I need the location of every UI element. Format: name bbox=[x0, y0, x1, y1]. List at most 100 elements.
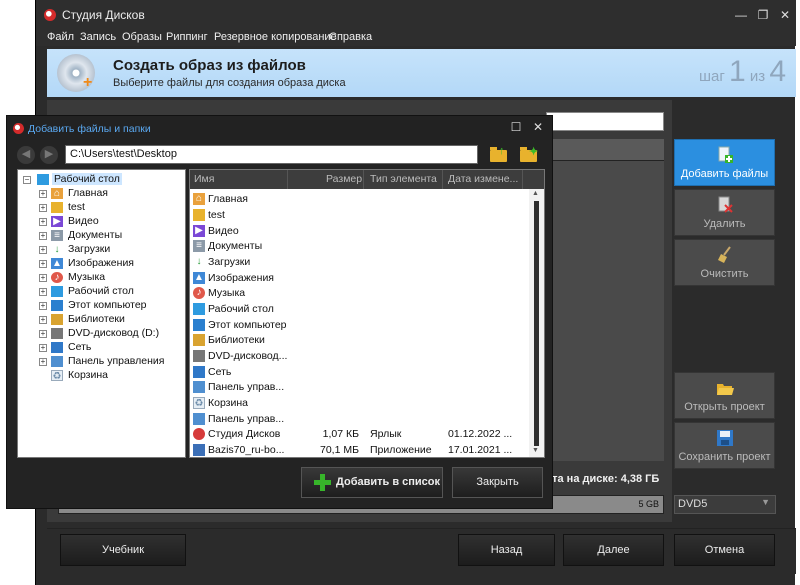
expand-icon[interactable]: + bbox=[39, 246, 47, 254]
file-row[interactable]: ♻ Корзина bbox=[192, 396, 522, 411]
expand-icon[interactable]: + bbox=[39, 288, 47, 296]
file-row[interactable]: ♪ Музыка bbox=[192, 286, 522, 301]
forward-arrow-icon[interactable]: ▶ bbox=[40, 146, 58, 164]
file-row[interactable]: ≡ Документы bbox=[192, 239, 522, 254]
menu-ripping[interactable]: Риппинг bbox=[166, 31, 208, 43]
expand-icon[interactable]: + bbox=[39, 260, 47, 268]
folder-up-icon[interactable]: ↑ bbox=[488, 145, 510, 164]
floppy-disk-icon bbox=[716, 430, 733, 446]
column-size[interactable]: Размер bbox=[326, 173, 362, 185]
file-size: 1,07 КБ bbox=[322, 428, 359, 440]
tutorial-button[interactable]: Учебник bbox=[60, 534, 186, 566]
dialog-close-button[interactable]: ✕ bbox=[528, 118, 548, 136]
path-input[interactable]: C:\Users\test\Desktop bbox=[65, 145, 478, 164]
tree-item[interactable]: + ⌂ Главная bbox=[21, 187, 181, 201]
clear-button[interactable]: Очистить bbox=[674, 239, 775, 286]
add-to-list-button[interactable]: Добавить в список bbox=[301, 467, 443, 498]
expand-icon[interactable]: + bbox=[39, 358, 47, 366]
folder-tree[interactable]: − Рабочий стол + ⌂ Главная + test + ▶ Ви… bbox=[17, 169, 186, 458]
tree-item-desktop-root[interactable]: − Рабочий стол bbox=[21, 173, 181, 187]
column-type[interactable]: Тип элемента bbox=[370, 173, 437, 185]
step-header: + Создать образ из файлов Выберите файлы… bbox=[47, 49, 796, 97]
file-row[interactable]: DVD-дисковод... bbox=[192, 349, 522, 364]
column-date[interactable]: Дата измене... bbox=[448, 173, 518, 185]
tree-item[interactable]: + ▶ Видео bbox=[21, 215, 181, 229]
file-date: 01.12.2022 ... bbox=[448, 428, 513, 440]
file-row[interactable]: Рабочий стол bbox=[192, 302, 522, 317]
add-files-button[interactable]: Добавить файлы bbox=[674, 139, 775, 186]
menu-images[interactable]: Образы bbox=[122, 31, 162, 43]
back-button[interactable]: Назад bbox=[458, 534, 555, 566]
file-row[interactable]: Библиотеки bbox=[192, 333, 522, 348]
expand-icon[interactable]: + bbox=[39, 232, 47, 240]
minimize-button[interactable]: — bbox=[730, 6, 752, 24]
menu-record[interactable]: Запись bbox=[80, 31, 116, 43]
maximize-button[interactable]: ☐ bbox=[506, 118, 526, 136]
expand-icon[interactable]: + bbox=[39, 204, 47, 212]
chevron-down-icon: ▼ bbox=[761, 497, 770, 507]
cancel-button[interactable]: Отмена bbox=[674, 534, 775, 566]
file-row[interactable]: Панель управ... bbox=[192, 380, 522, 395]
restore-button[interactable]: ❐ bbox=[752, 6, 774, 24]
collapse-icon[interactable]: − bbox=[23, 176, 31, 184]
add-files-label: Добавить файлы bbox=[680, 168, 769, 180]
file-row[interactable]: Этот компьютер bbox=[192, 318, 522, 333]
expand-icon[interactable]: + bbox=[39, 316, 47, 324]
tree-item[interactable]: + Рабочий стол bbox=[21, 285, 181, 299]
file-row[interactable]: Студия Дисков 1,07 КБ Ярлык 01.12.2022 .… bbox=[192, 427, 522, 442]
app-logo-icon bbox=[13, 123, 24, 134]
scroll-down-icon[interactable]: ▼ bbox=[532, 447, 539, 454]
scrollbar-thumb[interactable] bbox=[534, 201, 539, 446]
tree-item[interactable]: + DVD-дисковод (D:) bbox=[21, 327, 181, 341]
file-list[interactable] bbox=[546, 161, 664, 461]
file-row[interactable]: ▲ Изображения bbox=[192, 271, 522, 286]
expand-icon[interactable]: + bbox=[39, 344, 47, 352]
tree-item-label: Библиотеки bbox=[68, 313, 125, 325]
expand-icon[interactable]: + bbox=[39, 330, 47, 338]
clear-label: Очистить bbox=[700, 268, 749, 280]
network-icon bbox=[51, 342, 63, 353]
file-browser-list[interactable]: Имя Размер Тип элемента Дата измене... ⌂… bbox=[189, 169, 545, 458]
tree-item[interactable]: + Панель управления bbox=[21, 355, 181, 369]
tree-item[interactable]: ♻ Корзина bbox=[21, 369, 181, 383]
tree-item[interactable]: + ≡ Документы bbox=[21, 229, 181, 243]
file-row[interactable]: Сеть bbox=[192, 365, 522, 380]
expand-icon[interactable]: + bbox=[39, 302, 47, 310]
file-row[interactable]: ▶ Видео bbox=[192, 224, 522, 239]
tree-item[interactable]: + Библиотеки bbox=[21, 313, 181, 327]
close-button[interactable]: ✕ bbox=[774, 6, 796, 24]
open-project-label: Открыть проект bbox=[684, 401, 765, 413]
vertical-scrollbar[interactable]: ▲ ▼ bbox=[529, 189, 544, 457]
file-row[interactable]: ⌂ Главная bbox=[192, 192, 522, 207]
save-project-button[interactable]: Сохранить проект bbox=[674, 422, 775, 469]
tree-item[interactable]: + Этот компьютер bbox=[21, 299, 181, 313]
tree-item[interactable]: + test bbox=[21, 201, 181, 215]
delete-button[interactable]: Удалить bbox=[674, 189, 775, 236]
scroll-up-icon[interactable]: ▲ bbox=[532, 190, 539, 197]
tree-item[interactable]: + Сеть bbox=[21, 341, 181, 355]
file-row[interactable]: Bazis70_ru-bo... 70,1 МБ Приложение 17.0… bbox=[192, 443, 522, 458]
file-name: Библиотеки bbox=[208, 334, 265, 346]
back-arrow-icon[interactable]: ◀ bbox=[17, 146, 35, 164]
image-name-input[interactable] bbox=[546, 112, 664, 131]
disc-type-select[interactable]: DVD5 ▼ bbox=[674, 495, 776, 514]
file-row[interactable]: Панель управ... bbox=[192, 412, 522, 427]
column-name[interactable]: Имя bbox=[194, 173, 214, 185]
tree-item[interactable]: + ↓ Загрузки bbox=[21, 243, 181, 257]
pictures-icon: ▲ bbox=[193, 272, 205, 284]
menu-help[interactable]: Справка bbox=[329, 31, 372, 43]
menu-file[interactable]: Файл bbox=[47, 31, 74, 43]
open-project-button[interactable]: Открыть проект bbox=[674, 372, 775, 419]
step-prefix: шаг bbox=[698, 68, 725, 85]
expand-icon[interactable]: + bbox=[39, 274, 47, 282]
expand-icon[interactable]: + bbox=[39, 190, 47, 198]
next-button[interactable]: Далее bbox=[563, 534, 664, 566]
dialog-close-action-button[interactable]: Закрыть bbox=[452, 467, 543, 498]
tree-item[interactable]: + ▲ Изображения bbox=[21, 257, 181, 271]
file-row[interactable]: ↓ Загрузки bbox=[192, 255, 522, 270]
expand-icon[interactable]: + bbox=[39, 218, 47, 226]
new-folder-icon[interactable]: ✦ bbox=[518, 145, 540, 164]
tree-item[interactable]: + ♪ Музыка bbox=[21, 271, 181, 285]
file-row[interactable]: test bbox=[192, 208, 522, 223]
menu-backup[interactable]: Резервное копирование bbox=[214, 31, 337, 43]
